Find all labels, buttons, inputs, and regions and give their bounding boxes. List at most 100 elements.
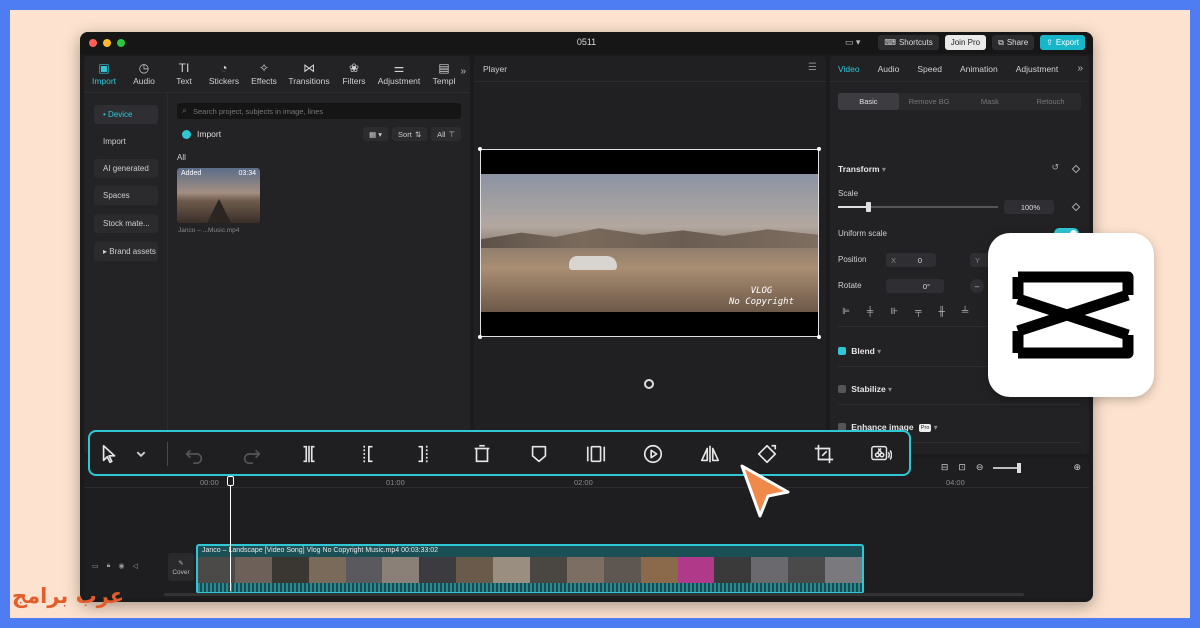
- keyframe-icon[interactable]: [1071, 202, 1081, 212]
- lock-icon[interactable]: 🔒︎: [107, 562, 111, 570]
- sidebar-item-device[interactable]: • Device: [94, 105, 158, 124]
- cover-button[interactable]: ✎ Cover: [168, 553, 194, 581]
- tab-video[interactable]: Video: [838, 64, 860, 74]
- visibility-icon[interactable]: ◉: [118, 562, 124, 570]
- dropdown-chevron-icon[interactable]: [129, 442, 153, 466]
- align-middle-icon[interactable]: ╫: [938, 306, 944, 317]
- rotate-input[interactable]: 0°: [886, 279, 944, 293]
- transform-section[interactable]: Transform ▾: [838, 164, 886, 174]
- tab-stickers[interactable]: ◔ Stickers: [204, 56, 244, 92]
- redo-icon[interactable]: [240, 442, 264, 466]
- undo-icon[interactable]: [182, 442, 206, 466]
- join-pro-button[interactable]: Join Pro: [944, 35, 987, 50]
- rotate-handle-icon[interactable]: [644, 379, 654, 389]
- split-right-icon[interactable]: [412, 442, 436, 466]
- tab-templates[interactable]: ▤ Templ: [424, 56, 464, 92]
- subtab-remove-bg[interactable]: Remove BG: [899, 93, 960, 110]
- export-button[interactable]: ⇪ Export: [1040, 35, 1085, 50]
- tab-animation[interactable]: Animation: [960, 64, 998, 74]
- shortcuts-label: Shortcuts: [898, 38, 933, 47]
- resize-handle[interactable]: [817, 335, 821, 339]
- stabilize-heading: Stabilize: [851, 384, 886, 394]
- reset-icon[interactable]: ↺: [1051, 162, 1059, 173]
- reverse-icon[interactable]: [641, 442, 665, 466]
- import-button[interactable]: Import: [182, 129, 221, 139]
- remove-noise-icon[interactable]: [869, 442, 893, 466]
- sort-button[interactable]: Sort ⇅: [392, 127, 428, 141]
- video-clip[interactable]: Janco – Landscape [Video Song] Vlog No C…: [196, 544, 864, 594]
- sidebar-item-import[interactable]: Import: [94, 132, 158, 151]
- blend-section[interactable]: Blend ▾: [838, 346, 881, 356]
- layout-icon[interactable]: ▭ ▾: [845, 37, 861, 48]
- mute-icon[interactable]: ◁: [132, 562, 137, 570]
- shortcuts-button[interactable]: ⌨ Shortcuts: [878, 35, 939, 50]
- tab-transitions[interactable]: ⋈ Transitions: [284, 56, 334, 92]
- mirror-icon[interactable]: [698, 442, 722, 466]
- timeline-scrollbar[interactable]: [164, 593, 1024, 596]
- tab-speed[interactable]: Speed: [917, 64, 942, 74]
- tab-audio-props[interactable]: Audio: [878, 64, 900, 74]
- share-button[interactable]: ⧉ Share: [992, 35, 1035, 50]
- filter-all-button[interactable]: All ⊤: [431, 127, 461, 141]
- tab-adjustment[interactable]: ⚌ Adjustment: [374, 56, 424, 92]
- scale-input[interactable]: 100%: [1004, 200, 1054, 214]
- stabilize-checkbox[interactable]: [838, 385, 846, 393]
- track-thumbnail-icon[interactable]: ▭: [92, 562, 99, 570]
- sidebar-item-ai-generated[interactable]: AI generated: [94, 159, 158, 178]
- sidebar-item-stock-material[interactable]: Stock mate...: [94, 214, 158, 233]
- player-menu-icon[interactable]: ☰: [808, 62, 817, 73]
- added-badge: Added: [181, 170, 202, 177]
- position-x-value: 0: [917, 255, 922, 265]
- sidebar-item-spaces[interactable]: Spaces: [94, 186, 158, 205]
- resize-handle[interactable]: [478, 147, 482, 151]
- rotate-value: 0°: [922, 281, 930, 291]
- align-center-icon[interactable]: ╪: [867, 306, 873, 317]
- subtab-retouch[interactable]: Retouch: [1020, 93, 1081, 110]
- align-left-icon[interactable]: ⊫: [842, 306, 850, 317]
- tab-text[interactable]: TI Text: [164, 56, 204, 92]
- subtab-mask[interactable]: Mask: [960, 93, 1021, 110]
- position-x-input[interactable]: X 0: [886, 253, 936, 267]
- playhead-handle[interactable]: [227, 476, 234, 486]
- resize-handle[interactable]: [478, 335, 482, 339]
- alignment-tools: ⊫ ╪ ⊪ ╤ ╫ ╧: [842, 306, 968, 317]
- media-thumbnail[interactable]: Added 03:34: [177, 168, 260, 223]
- rotate-minus-icon[interactable]: –: [970, 279, 984, 293]
- media-search-input[interactable]: ⌕ Search project, subjects in image, lin…: [177, 103, 461, 119]
- align-right-icon[interactable]: ⊪: [890, 306, 898, 317]
- more-tabs-icon[interactable]: »: [460, 66, 466, 77]
- align-bottom-icon[interactable]: ╧: [962, 306, 968, 317]
- scale-value: 100%: [1020, 202, 1040, 212]
- view-mode-button[interactable]: ▦ ▾: [363, 127, 389, 141]
- filter-icon: ⊤: [448, 129, 455, 139]
- chevron-down-icon: ▾: [877, 347, 882, 356]
- split-icon[interactable]: [297, 442, 321, 466]
- x-prefix: X: [891, 255, 897, 265]
- tab-audio[interactable]: ◷ Audio: [124, 56, 164, 92]
- resize-handle[interactable]: [817, 147, 821, 151]
- select-cursor-icon[interactable]: [98, 442, 122, 466]
- tab-import[interactable]: ▣ Import: [84, 56, 124, 92]
- tab-label: Filters: [342, 76, 366, 86]
- subtab-basic[interactable]: Basic: [838, 93, 899, 110]
- split-left-icon[interactable]: [355, 442, 379, 466]
- tab-adjustment-props[interactable]: Adjustment: [1016, 64, 1059, 74]
- tab-label: Effects: [251, 76, 277, 86]
- delete-icon[interactable]: [470, 442, 494, 466]
- scale-slider[interactable]: [838, 202, 998, 212]
- scale-slider-knob[interactable]: [866, 202, 871, 212]
- video-preview[interactable]: VLOG No Copyright: [478, 147, 821, 339]
- blend-checkbox[interactable]: [838, 347, 846, 355]
- freeze-frame-icon[interactable]: [584, 442, 608, 466]
- align-top-icon[interactable]: ╤: [915, 306, 921, 317]
- more-tabs-icon[interactable]: »: [1077, 63, 1083, 74]
- pro-badge: Pro: [918, 424, 932, 432]
- zoom-slider[interactable]: [993, 462, 1022, 473]
- keyframe-icon[interactable]: [1071, 164, 1081, 174]
- marker-icon[interactable]: [527, 442, 551, 466]
- stabilize-section[interactable]: Stabilize ▾: [838, 384, 892, 394]
- tab-effects[interactable]: ✧ Effects: [244, 56, 284, 92]
- sidebar-item-brand-assets[interactable]: ▸ Brand assets: [94, 242, 158, 261]
- tab-filters[interactable]: ❀ Filters: [334, 56, 374, 92]
- crop-icon[interactable]: [812, 442, 836, 466]
